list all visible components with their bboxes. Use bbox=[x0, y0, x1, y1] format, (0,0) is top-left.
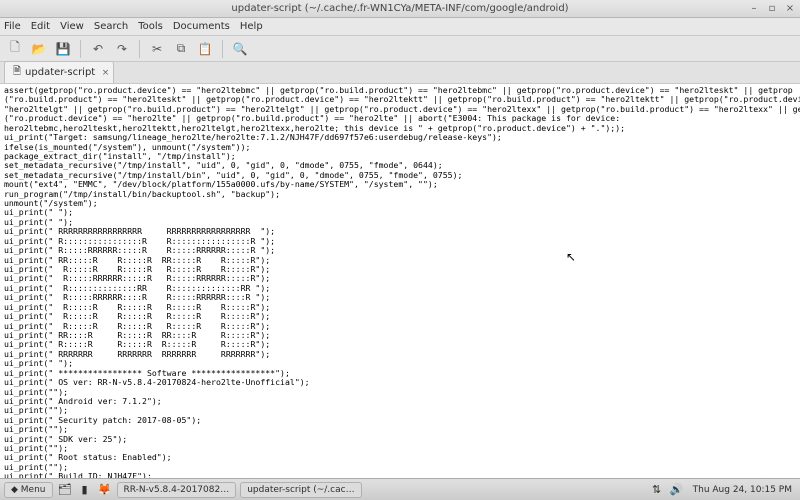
save-icon[interactable]: 💾 bbox=[52, 39, 74, 59]
maximize-icon[interactable]: ▫ bbox=[766, 3, 778, 15]
window-titlebar: updater-script (~/.cache/.fr-WN1CYa/META… bbox=[0, 0, 800, 18]
document-icon: 🗎 bbox=[13, 64, 21, 81]
toolbar-separator bbox=[80, 40, 81, 58]
paste-icon[interactable]: 📋 bbox=[194, 39, 216, 59]
network-icon[interactable]: ⇅ bbox=[649, 482, 665, 498]
cut-icon[interactable]: ✂ bbox=[146, 39, 168, 59]
window-controls: – ▫ × bbox=[748, 3, 796, 15]
menu-search[interactable]: Search bbox=[94, 21, 128, 32]
menu-help[interactable]: Help bbox=[240, 21, 263, 32]
toolbar: 🗋 📂 💾 ↶ ↷ ✂ ⧉ 📋 🔍 bbox=[0, 36, 800, 62]
search-icon[interactable]: 🔍 bbox=[229, 39, 251, 59]
minimize-icon[interactable]: – bbox=[748, 3, 760, 15]
taskbar-item-rr[interactable]: RR-N-v5.8.4-2017082… bbox=[117, 482, 237, 498]
editor-content[interactable]: assert(getprop("ro.product.device") == "… bbox=[0, 84, 800, 482]
taskbar: ◆ Menu 🗂 ▮ 🦊 RR-N-v5.8.4-2017082… update… bbox=[0, 478, 800, 500]
volume-icon[interactable]: 🔊 bbox=[669, 482, 685, 498]
menu-file[interactable]: File bbox=[4, 21, 21, 32]
undo-icon[interactable]: ↶ bbox=[87, 39, 109, 59]
editor-area[interactable]: assert(getprop("ro.product.device") == "… bbox=[0, 84, 800, 482]
menu-tools[interactable]: Tools bbox=[138, 21, 163, 32]
firefox-icon[interactable]: 🦊 bbox=[97, 482, 113, 498]
toolbar-separator bbox=[222, 40, 223, 58]
tab-updater-script[interactable]: 🗎 updater-script × bbox=[4, 61, 114, 83]
tab-label: updater-script bbox=[25, 67, 95, 78]
close-icon[interactable]: × bbox=[784, 3, 796, 15]
file-manager-icon[interactable]: 🗂 bbox=[57, 482, 73, 498]
toolbar-separator bbox=[139, 40, 140, 58]
open-file-icon[interactable]: 📂 bbox=[28, 39, 50, 59]
tabbar: 🗎 updater-script × bbox=[0, 62, 800, 84]
window-title: updater-script (~/.cache/.fr-WN1CYa/META… bbox=[231, 3, 568, 14]
terminal-icon[interactable]: ▮ bbox=[77, 482, 93, 498]
new-file-icon[interactable]: 🗋 bbox=[4, 39, 26, 59]
redo-icon[interactable]: ↷ bbox=[111, 39, 133, 59]
menu-icon: ◆ bbox=[11, 485, 18, 495]
menu-documents[interactable]: Documents bbox=[173, 21, 230, 32]
start-menu-button[interactable]: ◆ Menu bbox=[4, 482, 53, 498]
tab-close-icon[interactable]: × bbox=[102, 68, 110, 78]
copy-icon[interactable]: ⧉ bbox=[170, 39, 192, 59]
menubar: File Edit View Search Tools Documents He… bbox=[0, 18, 800, 36]
menu-edit[interactable]: Edit bbox=[31, 21, 50, 32]
taskbar-clock[interactable]: Thu Aug 24, 10:15 PM bbox=[689, 485, 796, 495]
menu-view[interactable]: View bbox=[60, 21, 84, 32]
taskbar-item-editor[interactable]: updater-script (~/.cac… bbox=[240, 482, 361, 498]
